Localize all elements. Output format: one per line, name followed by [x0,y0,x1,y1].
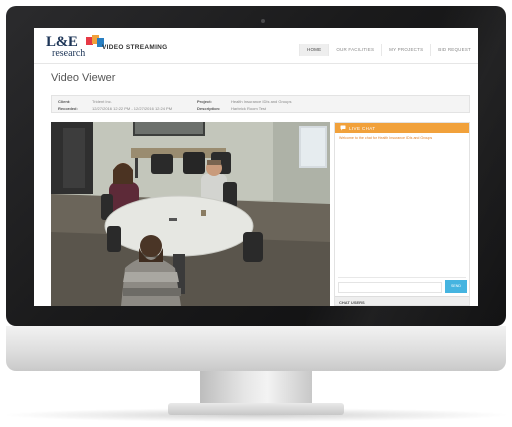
monitor-stand-base [168,403,344,415]
chat-users-bar[interactable]: CHAT USERS [335,296,469,305]
project-value: Health Insurance IDIs and Groups [231,99,292,104]
monitor-scene: L&E research VIDEO STREAMING HOME OUR FA… [0,0,512,427]
client-label: Client: [58,99,71,104]
nav-bid-request[interactable]: BID REQUEST [430,44,478,56]
live-chat-panel: LIVE CHAT Welcome to the chat for Health… [334,122,470,306]
page-title: Video Viewer [51,72,116,84]
chat-header-label: LIVE CHAT [349,125,376,131]
chat-welcome-message: Welcome to the chat for Health Insurance… [339,136,433,140]
recorded-value: 12/27/2016 12:22 PM - 12/27/2016 12:24 P… [92,106,173,111]
webcam-dot [261,19,265,23]
logo-subtext: research [52,48,86,59]
video-frame [51,122,330,306]
client-value: Trident Inc. [92,99,112,104]
chat-header: LIVE CHAT [335,123,469,133]
chat-message-input[interactable] [338,282,442,293]
nav-my-projects[interactable]: MY PROJECTS [381,44,430,56]
session-info-bar: Client: Trident Inc. Recorded: 12/27/201… [51,95,470,113]
monitor-chin [6,326,506,371]
chat-bubble-icon [340,125,346,131]
site-header: L&E research VIDEO STREAMING HOME OUR FA… [34,28,478,64]
description-label: Description: [197,106,221,111]
video-player[interactable] [51,122,330,306]
screen: L&E research VIDEO STREAMING HOME OUR FA… [34,28,478,306]
recorded-label: Recorded: [58,106,78,111]
main-nav: HOME OUR FACILITIES MY PROJECTS BID REQU… [299,44,478,56]
nav-home[interactable]: HOME [299,44,329,56]
chat-log[interactable] [338,134,466,278]
description-value: Harbrick Room Test [231,106,267,111]
logo[interactable]: L&E research [46,34,104,60]
project-label: Project: [197,99,212,104]
nav-our-facilities[interactable]: OUR FACILITIES [328,44,381,56]
chat-send-button[interactable]: SEND [445,280,467,293]
monitor-stand-neck [200,371,312,405]
site-name: VIDEO STREAMING [102,44,168,51]
chat-users-label: CHAT USERS [339,299,365,305]
